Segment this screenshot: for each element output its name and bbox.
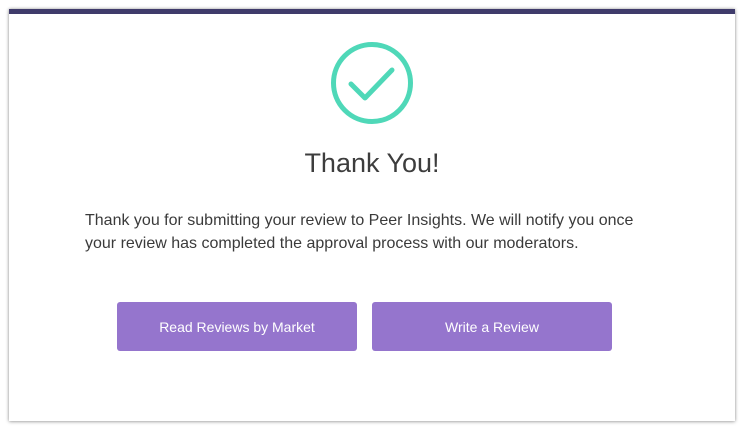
check-circle-ring (331, 42, 413, 124)
read-reviews-by-market-button[interactable]: Read Reviews by Market (117, 302, 357, 351)
dialog-title: Thank You! (304, 148, 440, 178)
dialog-top-bar (9, 9, 735, 14)
dialog-message-line-1: Thank you for submitting your review to … (85, 212, 634, 229)
dialog-message-line-2: your review has completed the approval p… (85, 235, 579, 252)
check-circle-icon (331, 42, 413, 124)
dialog-message: Thank you for submitting your review to … (85, 209, 665, 255)
thank-you-dialog: Thank You! Thank you for submitting your… (9, 9, 735, 421)
page-background: Thank You! Thank you for submitting your… (0, 0, 743, 429)
check-mark (348, 67, 395, 101)
write-a-review-button[interactable]: Write a Review (372, 302, 612, 351)
